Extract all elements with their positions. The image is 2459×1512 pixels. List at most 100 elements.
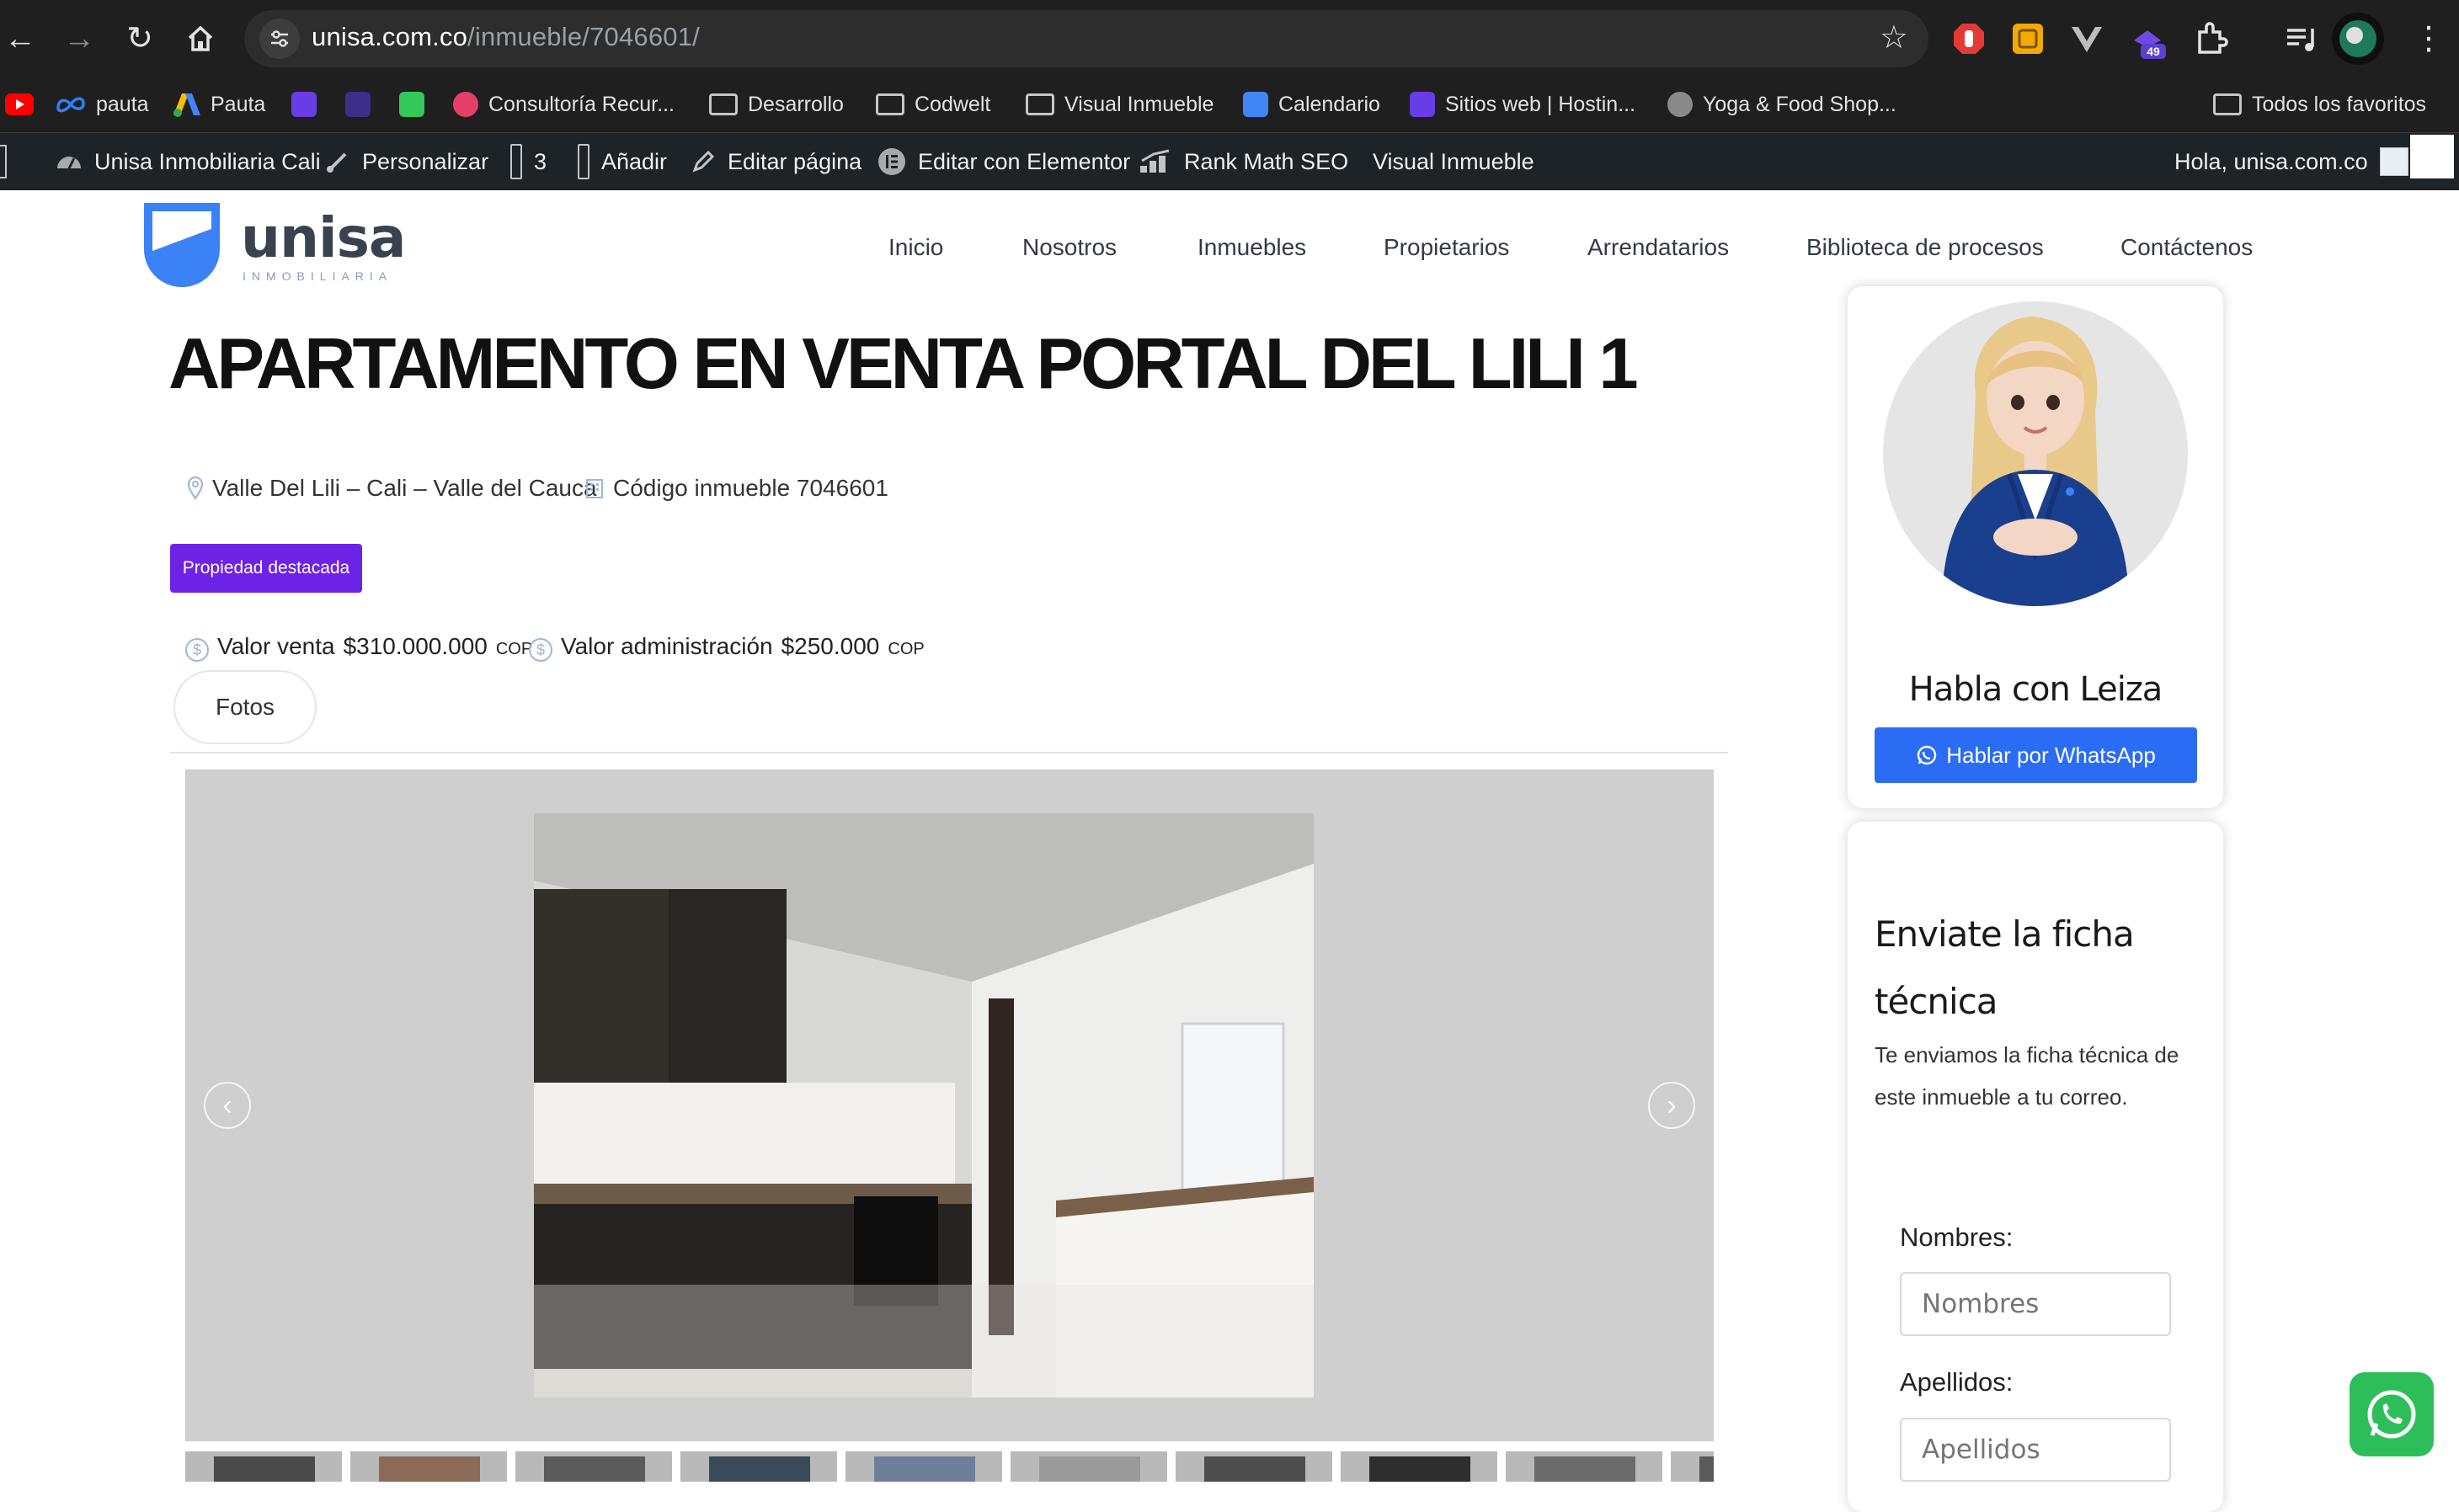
first-name-input[interactable] bbox=[1900, 1272, 2171, 1336]
currency-label: COP bbox=[888, 640, 925, 658]
flag-icon bbox=[399, 92, 424, 117]
nav-contactenos[interactable]: Contáctenos bbox=[2120, 234, 2253, 261]
elementor-link[interactable]: Editar con Elementor bbox=[877, 145, 1130, 178]
sale-price: $ Valor venta $310.000.000 COP bbox=[185, 633, 532, 667]
comments-count: 3 bbox=[534, 148, 547, 174]
customize-link[interactable]: Personalizar bbox=[325, 145, 488, 178]
bookmark-star-icon[interactable]: ☆ bbox=[1880, 19, 1908, 56]
map-pin-icon bbox=[187, 476, 204, 500]
kitchen-photo[interactable] bbox=[534, 813, 1314, 1398]
agent-title: Habla con Leiza bbox=[1908, 670, 2163, 709]
edit-page-label: Editar página bbox=[728, 148, 862, 174]
nav-biblioteca[interactable]: Biblioteca de procesos bbox=[1806, 234, 2044, 261]
folder-icon bbox=[709, 93, 738, 115]
google-ads-icon bbox=[173, 93, 200, 117]
extensions-puzzle-icon[interactable] bbox=[2193, 20, 2230, 57]
floating-whatsapp-button[interactable] bbox=[2350, 1372, 2434, 1456]
svg-text:49: 49 bbox=[2147, 45, 2160, 58]
back-icon[interactable]: ← bbox=[0, 19, 40, 59]
address-bar[interactable]: unisa.com.co/inmueble/7046601/ ☆ bbox=[244, 10, 1928, 67]
gallery-next-button[interactable]: › bbox=[1648, 1082, 1695, 1129]
purple-app-icon bbox=[345, 92, 371, 117]
extension-hat-icon[interactable]: 49 bbox=[2127, 20, 2166, 59]
extension-bookmark[interactable] bbox=[345, 88, 371, 121]
hostinger-icon bbox=[1410, 92, 1435, 117]
featured-badge: Propiedad destacada bbox=[170, 544, 362, 593]
last-name-input[interactable] bbox=[1900, 1418, 2171, 1482]
bookmark-pauta-ads[interactable]: Pauta bbox=[173, 88, 265, 121]
admin-price: $ Valor administración $250.000 COP bbox=[529, 633, 925, 667]
dashboard-icon bbox=[57, 157, 81, 169]
nav-arrendatarios[interactable]: Arrendatarios bbox=[1587, 234, 1729, 261]
youtube-bookmark[interactable] bbox=[5, 88, 34, 121]
home-icon[interactable] bbox=[180, 19, 221, 59]
add-new-label: Añadir bbox=[601, 148, 668, 174]
bookmark-pauta-meta[interactable]: pauta bbox=[56, 88, 149, 121]
globe-icon bbox=[1667, 92, 1693, 117]
browser-menu-icon[interactable]: ⋮ bbox=[2408, 19, 2449, 59]
visual-inmueble-link[interactable]: Visual Inmueble bbox=[1373, 145, 1534, 178]
bookmark-label: Desarrollo bbox=[748, 92, 844, 116]
gallery-thumbnail[interactable] bbox=[1506, 1451, 1662, 1482]
reload-icon[interactable]: ↻ bbox=[120, 19, 160, 59]
nav-inicio[interactable]: Inicio bbox=[888, 234, 943, 261]
currency-label: COP bbox=[495, 640, 533, 658]
gallery-thumbnail[interactable] bbox=[845, 1451, 1002, 1482]
rank-math-label: Rank Math SEO bbox=[1184, 148, 1349, 174]
account-greeting[interactable]: Hola, unisa.com.co bbox=[2174, 145, 2408, 178]
forward-icon[interactable]: → bbox=[59, 19, 99, 59]
gallery-thumbnail[interactable] bbox=[1176, 1451, 1332, 1482]
elementor-icon bbox=[878, 148, 905, 175]
site-name-label: Unisa Inmobiliaria Cali bbox=[94, 148, 321, 174]
bookmark-consultoria[interactable]: Consultoría Recur... bbox=[453, 88, 675, 121]
hostinger-bookmark[interactable] bbox=[291, 88, 317, 121]
search-toggle[interactable] bbox=[2410, 135, 2454, 178]
bookmark-calendario[interactable]: Calendario bbox=[1243, 88, 1380, 121]
admin-label: Valor administración bbox=[561, 633, 773, 659]
whatsapp-button[interactable]: Hablar por WhatsApp bbox=[1875, 727, 2197, 783]
hostinger-icon bbox=[291, 92, 317, 117]
gallery-thumbnail[interactable] bbox=[1011, 1451, 1167, 1482]
profile-avatar-icon[interactable] bbox=[2331, 12, 2385, 66]
nav-inmuebles[interactable]: Inmuebles bbox=[1197, 234, 1306, 261]
admin-value: $250.000 bbox=[781, 633, 880, 659]
gallery-thumbnail[interactable] bbox=[1341, 1451, 1497, 1482]
edit-page-link[interactable]: Editar página bbox=[691, 145, 861, 178]
building-icon bbox=[586, 479, 603, 498]
bookmark-visual-inmueble[interactable]: Visual Inmueble bbox=[1026, 88, 1213, 121]
add-new-link[interactable]: Añadir bbox=[578, 144, 668, 179]
bookmark-desarrollo[interactable]: Desarrollo bbox=[709, 88, 844, 121]
logo-subtitle: INMOBILIARIA bbox=[243, 269, 393, 283]
photos-tab-button[interactable]: Fotos bbox=[173, 670, 317, 744]
greeting-label: Hola, unisa.com.co bbox=[2174, 148, 2368, 174]
media-control-icon[interactable] bbox=[2282, 20, 2319, 57]
gallery-thumbnail[interactable] bbox=[1671, 1451, 1714, 1482]
site-info-icon[interactable] bbox=[259, 19, 300, 59]
bookmark-codwelt[interactable]: Codwelt bbox=[876, 88, 990, 121]
bookmark-yoga[interactable]: Yoga & Food Shop... bbox=[1667, 88, 1896, 121]
user-avatar bbox=[2379, 147, 2408, 176]
wp-logo[interactable] bbox=[0, 145, 7, 178]
gallery-thumbnail[interactable] bbox=[350, 1451, 507, 1482]
extension-square-icon[interactable] bbox=[2009, 20, 2046, 57]
all-bookmarks[interactable]: Todos los favoritos bbox=[2213, 88, 2426, 121]
flag-bookmark[interactable] bbox=[399, 88, 424, 121]
nav-nosotros[interactable]: Nosotros bbox=[1022, 234, 1117, 261]
bookmark-hostinger[interactable]: Sitios web | Hostin... bbox=[1410, 88, 1635, 121]
vue-extension-icon[interactable] bbox=[2068, 20, 2105, 57]
nav-propietarios[interactable]: Propietarios bbox=[1384, 234, 1509, 261]
gallery-thumbnail[interactable] bbox=[515, 1451, 672, 1482]
adblock-extension-icon[interactable] bbox=[1950, 20, 1987, 57]
bookmark-label: Todos los favoritos bbox=[2252, 92, 2427, 116]
comments-link[interactable]: 3 bbox=[510, 144, 547, 179]
gallery-thumbnail[interactable] bbox=[185, 1451, 342, 1482]
photo-gallery: ‹ › bbox=[185, 769, 1714, 1441]
logo-wordmark[interactable]: unisa bbox=[241, 205, 406, 270]
gallery-prev-button[interactable]: ‹ bbox=[204, 1082, 251, 1129]
rank-math-link[interactable]: Rank Math SEO bbox=[1139, 145, 1348, 178]
gallery-thumbnail[interactable] bbox=[680, 1451, 837, 1482]
site-name-link[interactable]: Unisa Inmobiliaria Cali bbox=[56, 145, 321, 178]
unisa-logo-icon[interactable] bbox=[143, 202, 221, 296]
whatsapp-icon bbox=[2367, 1390, 2416, 1439]
search-box bbox=[2410, 135, 2454, 178]
